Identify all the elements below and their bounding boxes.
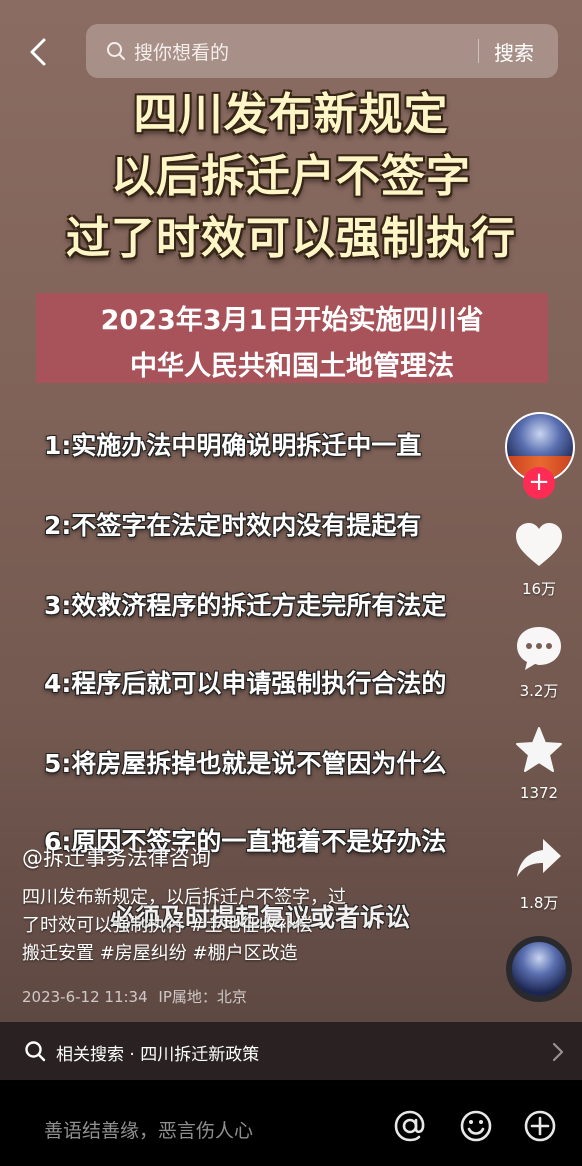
favorite-count: 1372 — [519, 784, 559, 802]
post-date: 2023-6-12 11:34 — [22, 988, 148, 1006]
video-headline-line-1: 四川发布新规定 — [133, 89, 449, 140]
related-search-bar[interactable]: 相关搜索 · 四川拆迁新政策 — [0, 1022, 582, 1080]
caption-line: 了时效可以强制执行 #土地征收补偿 — [22, 915, 313, 936]
caption-line: 四川发布新规定，以后拆迁户不签字，过 — [22, 887, 346, 908]
video-list-item-1: 1:实施办法中明确说明拆迁中一直 — [44, 431, 422, 460]
star-icon — [516, 727, 562, 772]
back-button[interactable] — [22, 34, 58, 70]
share-button[interactable] — [514, 836, 564, 882]
video-banner-line-1: 2023年3月1日开始实施四川省 — [100, 305, 484, 336]
video-list-item-2: 2:不签字在法定时效内没有提起有 — [44, 511, 422, 540]
add-icon[interactable] — [522, 1108, 558, 1144]
search-icon — [25, 1041, 46, 1062]
search-bar[interactable]: 搜你想看的 搜索 — [86, 24, 558, 78]
related-search-label: 相关搜索 · 四川拆迁新政策 — [56, 1045, 260, 1065]
video-list-item-4: 4:程序后就可以申请强制执行合法的 — [44, 669, 447, 698]
video-headline-line-2: 以后拆迁户不签字 — [111, 151, 471, 202]
video-headline-line-3: 过了时效可以强制执行 — [66, 213, 516, 264]
search-input[interactable]: 搜你想看的 — [134, 38, 229, 65]
search-button[interactable]: 搜索 — [494, 37, 534, 66]
author-name[interactable]: @拆迁事务法律咨询 — [22, 842, 211, 872]
comment-button[interactable] — [514, 624, 564, 672]
chevron-right-icon — [552, 1042, 564, 1062]
share-arrow-icon — [517, 839, 561, 877]
like-button[interactable] — [514, 522, 564, 568]
video-list-item-5: 5:将房屋拆掉也就是说不管因为什么 — [44, 749, 447, 778]
caption-line: 搬迁安置 #房屋纠纷 #棚户区改造 — [22, 943, 298, 964]
heart-icon — [516, 523, 562, 566]
share-count: 1.8万 — [519, 894, 559, 912]
post-ip-location: IP属地：北京 — [158, 988, 247, 1006]
comment-bar: 善语结善缘，恶言伤人心 — [0, 1080, 582, 1166]
comment-icon — [517, 627, 561, 670]
comment-input[interactable]: 善语结善缘，恶言伤人心 — [44, 1116, 253, 1143]
search-divider — [478, 39, 479, 63]
video-banner-line-2: 中华人民共和国土地管理法 — [130, 351, 454, 382]
like-count: 16万 — [521, 580, 557, 598]
at-mention-icon[interactable] — [392, 1108, 428, 1144]
favorite-button[interactable] — [514, 726, 564, 774]
emoji-icon[interactable] — [458, 1108, 494, 1144]
follow-button[interactable]: + — [523, 467, 555, 499]
post-caption[interactable]: 四川发布新规定，以后拆迁户不签字，过 了时效可以强制执行 #土地征收补偿 搬迁安… — [22, 884, 462, 968]
post-meta: 2023-6-12 11:34 IP属地：北京 — [22, 986, 247, 1007]
comment-count: 3.2万 — [519, 682, 559, 700]
search-icon — [107, 42, 125, 60]
chevron-left-icon — [30, 38, 46, 66]
video-list-item-3: 3:效救济程序的拆迁方走完所有法定 — [44, 591, 447, 620]
music-disc[interactable] — [506, 936, 572, 1002]
